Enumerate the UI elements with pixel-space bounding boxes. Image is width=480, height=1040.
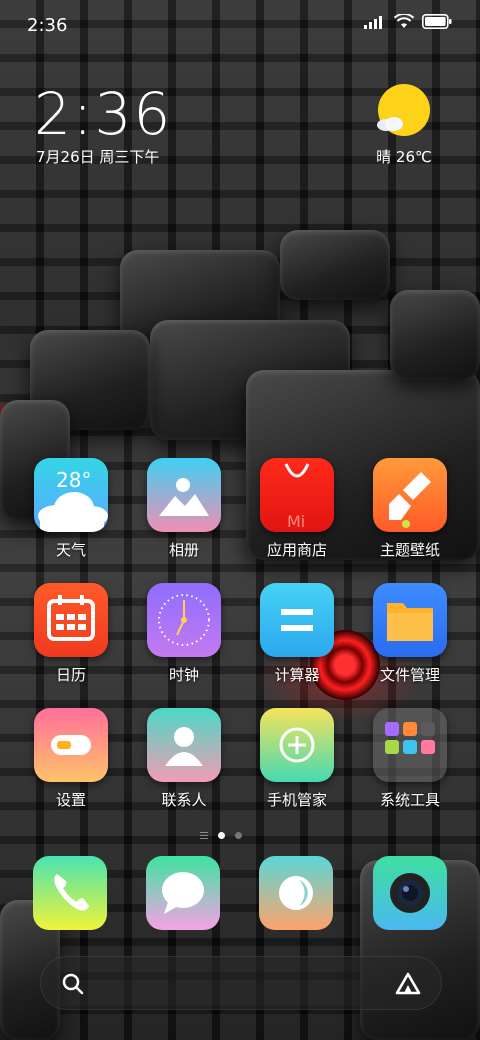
camera-icon[interactable] [373, 856, 447, 930]
settings-icon [34, 708, 108, 782]
phone-icon[interactable] [33, 856, 107, 930]
status-icons [364, 14, 452, 29]
calculator-icon [260, 583, 334, 657]
page-indicator[interactable] [200, 829, 280, 841]
app-file-manager[interactable]: 文件管理 [360, 583, 460, 685]
app-label: 相册 [168, 541, 199, 559]
wifi-icon [394, 14, 414, 28]
clock-icon [147, 583, 221, 657]
page-dot-active [218, 831, 225, 839]
app-weather[interactable]: 28° 天气 [21, 458, 121, 560]
page-dot [235, 831, 242, 839]
folder-icon [373, 708, 447, 782]
app-gallery[interactable]: 相册 [134, 458, 234, 560]
app-label: 应用商店 [266, 541, 327, 559]
app-store[interactable]: Mi 应用商店 [247, 458, 347, 560]
app-settings[interactable]: 设置 [21, 708, 121, 810]
app-label: 时钟 [168, 666, 199, 684]
app-store-icon: Mi [260, 458, 334, 532]
battery-icon [422, 14, 452, 29]
file-manager-icon [373, 583, 447, 657]
weather-widget[interactable]: 晴 26℃ [364, 84, 444, 167]
signal-icon [364, 15, 382, 29]
themes-icon [373, 458, 447, 532]
app-label: 设置 [55, 791, 86, 809]
assistant-icon[interactable] [393, 971, 423, 997]
status-time: 2:36 [27, 15, 68, 36]
clock-widget-time[interactable]: 2:36 [34, 80, 172, 148]
app-clock[interactable]: 时钟 [134, 583, 234, 685]
contacts-icon [147, 708, 221, 782]
app-themes[interactable]: 主题壁纸 [360, 458, 460, 560]
app-label: 天气 [55, 541, 86, 559]
app-contacts[interactable]: 联系人 [134, 708, 234, 810]
app-label: 日历 [55, 666, 86, 684]
gallery-icon [147, 458, 221, 532]
weather-icon: 28° [34, 458, 108, 532]
app-label: 手机管家 [266, 791, 327, 809]
app-security[interactable]: 手机管家 [247, 708, 347, 810]
app-label: 主题壁纸 [379, 541, 440, 559]
app-calendar[interactable]: 日历 [21, 583, 121, 685]
menu-lines-icon [200, 831, 208, 839]
calendar-icon [34, 583, 108, 657]
sunny-cloud-icon [377, 84, 430, 136]
messages-icon[interactable] [146, 856, 220, 930]
app-label: 计算器 [274, 666, 320, 684]
weather-text: 晴 26℃ [376, 148, 432, 166]
search-icon [62, 973, 84, 995]
app-calculator[interactable]: 计算器 [247, 583, 347, 685]
status-bar: 2:36 [0, 0, 480, 48]
app-label: 系统工具 [379, 791, 440, 809]
app-system-tools-folder[interactable]: 系统工具 [360, 708, 460, 810]
search-bar[interactable] [40, 956, 442, 1010]
app-label: 联系人 [161, 791, 207, 809]
clock-widget-date: 7月26日 周三下午 [36, 148, 160, 166]
security-icon [260, 708, 334, 782]
browser-icon[interactable] [259, 856, 333, 930]
app-label: 文件管理 [379, 666, 440, 684]
